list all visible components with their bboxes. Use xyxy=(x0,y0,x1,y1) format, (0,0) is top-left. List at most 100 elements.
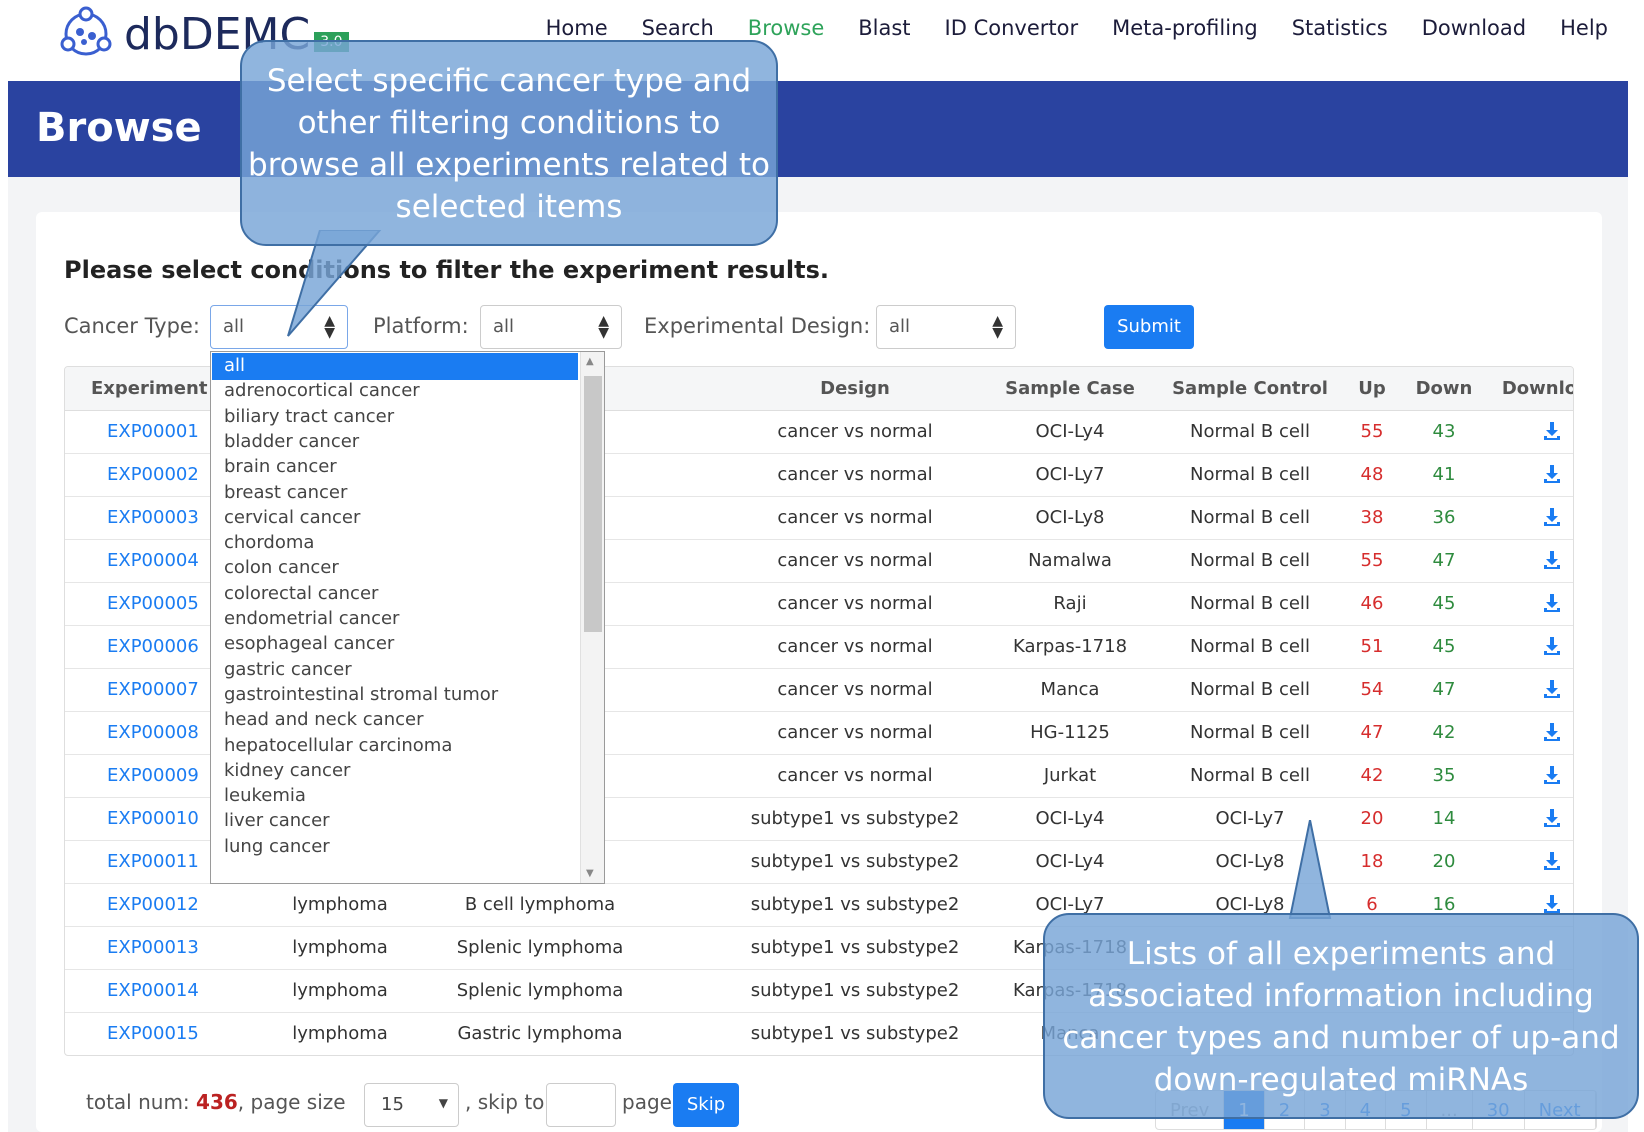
skip-to-label: , skip to xyxy=(465,1090,545,1114)
nav-search[interactable]: Search xyxy=(642,16,714,40)
experiment-id-link[interactable]: EXP00015 xyxy=(107,1023,199,1044)
dropdown-option[interactable]: esophageal cancer xyxy=(212,631,578,658)
cancer-type-value: all xyxy=(223,316,245,337)
scrollbar-thumb[interactable] xyxy=(584,376,602,632)
cancer-type-dropdown-list[interactable]: all adrenocortical cancer biliary tract ca… xyxy=(210,351,605,884)
sample-control-cell: Normal B cell xyxy=(1190,421,1310,442)
scroll-down-icon[interactable]: ▼ xyxy=(586,868,594,879)
design-cell: subtype1 vs substype2 xyxy=(750,851,960,872)
design-cell: cancer vs normal xyxy=(777,636,933,657)
dropdown-scrollbar[interactable]: ▲ ▼ xyxy=(580,352,604,883)
dropdown-option[interactable]: chordoma xyxy=(212,530,578,557)
experiment-id-link[interactable]: EXP00010 xyxy=(107,808,199,829)
callout-tail-bottom xyxy=(1288,820,1332,919)
nav-blast[interactable]: Blast xyxy=(858,16,910,40)
download-icon[interactable] xyxy=(1542,507,1562,527)
experiment-id-link[interactable]: EXP00011 xyxy=(107,851,199,872)
chevron-down-icon: ▼ xyxy=(438,1096,448,1110)
sample-case-cell: OCI-Ly7 xyxy=(1035,894,1105,915)
dropdown-option[interactable]: breast cancer xyxy=(212,480,578,507)
download-icon[interactable] xyxy=(1542,722,1562,742)
nav-download[interactable]: Download xyxy=(1422,16,1526,40)
page-size-select[interactable]: 15 ▼ xyxy=(364,1083,459,1127)
download-icon[interactable] xyxy=(1542,808,1562,828)
dropdown-option[interactable]: liver cancer xyxy=(212,808,578,835)
dropdown-option[interactable]: biliary tract cancer xyxy=(212,404,578,431)
experiment-id-link[interactable]: EXP00007 xyxy=(107,679,199,700)
nav-home[interactable]: Home xyxy=(546,16,608,40)
skip-page-input[interactable] xyxy=(546,1083,616,1127)
experiment-id-link[interactable]: EXP00008 xyxy=(107,722,199,743)
experiment-id-link[interactable]: EXP00001 xyxy=(107,421,199,442)
experiment-id-link[interactable]: EXP00003 xyxy=(107,507,199,528)
download-icon[interactable] xyxy=(1542,421,1562,441)
skip-button[interactable]: Skip xyxy=(673,1083,739,1127)
download-icon[interactable] xyxy=(1542,894,1562,914)
experiment-id-link[interactable]: EXP00013 xyxy=(107,937,199,958)
download-icon[interactable] xyxy=(1542,851,1562,871)
down-count-cell: 16 xyxy=(1432,894,1456,915)
submit-button[interactable]: Submit xyxy=(1104,305,1194,349)
dropdown-option[interactable]: adrenocortical cancer xyxy=(212,378,578,405)
nav-statistics[interactable]: Statistics xyxy=(1292,16,1388,40)
experiment-id-link[interactable]: EXP00009 xyxy=(107,765,199,786)
download-icon[interactable] xyxy=(1542,679,1562,699)
sample-case-cell: OCI-Ly8 xyxy=(1035,507,1105,528)
design-cell: cancer vs normal xyxy=(777,722,933,743)
cancer-type-cell: lymphoma xyxy=(292,894,388,915)
nav-help[interactable]: Help xyxy=(1560,16,1608,40)
th-sample-control: Sample Control xyxy=(1172,378,1328,399)
sample-control-cell: Normal B cell xyxy=(1190,593,1310,614)
download-icon[interactable] xyxy=(1542,550,1562,570)
dropdown-option[interactable]: gastrointestinal stromal tumor xyxy=(212,682,578,709)
down-count-cell: 20 xyxy=(1432,851,1456,872)
down-count-cell: 43 xyxy=(1432,421,1456,442)
sample-case-cell: Karpas-1718 xyxy=(1012,636,1128,657)
callout-table-annotation: Lists of all experiments and associated … xyxy=(1043,913,1639,1119)
design-cell: subtype1 vs substype2 xyxy=(750,894,960,915)
down-count-cell: 41 xyxy=(1432,464,1456,485)
dropdown-option[interactable]: endometrial cancer xyxy=(212,606,578,633)
experiment-id-link[interactable]: EXP00012 xyxy=(107,894,199,915)
download-icon[interactable] xyxy=(1542,464,1562,484)
download-icon[interactable] xyxy=(1542,593,1562,613)
cancer-subtype-cell: B cell lymphoma xyxy=(464,894,616,915)
dropdown-option[interactable]: head and neck cancer xyxy=(212,707,578,734)
experiment-id-link[interactable]: EXP00005 xyxy=(107,593,199,614)
design-select[interactable]: all ▲ ▼ xyxy=(876,305,1016,349)
nav-id-convertor[interactable]: ID Convertor xyxy=(945,16,1079,40)
download-icon[interactable] xyxy=(1542,765,1562,785)
scroll-up-icon[interactable]: ▲ xyxy=(586,356,594,367)
sample-case-cell: Manca xyxy=(1040,679,1100,700)
sample-case-cell: Jurkat xyxy=(1043,765,1097,786)
sample-control-cell: Normal B cell xyxy=(1190,636,1310,657)
dropdown-option[interactable]: colorectal cancer xyxy=(212,581,578,608)
platform-select[interactable]: all ▲ ▼ xyxy=(480,305,622,349)
experiment-id-link[interactable]: EXP00006 xyxy=(107,636,199,657)
download-icon[interactable] xyxy=(1542,636,1562,656)
up-count-cell: 48 xyxy=(1360,464,1384,485)
table-footer: total num: 436, page size xyxy=(86,1090,346,1114)
design-cell: subtype1 vs substype2 xyxy=(750,937,960,958)
dropdown-option[interactable]: all xyxy=(212,353,578,380)
sample-control-cell: Normal B cell xyxy=(1190,765,1310,786)
experiment-id-link[interactable]: EXP00014 xyxy=(107,980,199,1001)
dropdown-option[interactable]: cervical cancer xyxy=(212,505,578,532)
dropdown-option[interactable]: leukemia xyxy=(212,783,578,810)
select-arrows-icon: ▲ ▼ xyxy=(598,313,609,341)
nav-meta-profiling[interactable]: Meta-profiling xyxy=(1112,16,1258,40)
sample-control-cell: Normal B cell xyxy=(1190,550,1310,571)
dropdown-option[interactable]: bladder cancer xyxy=(212,429,578,456)
experiment-id-link[interactable]: EXP00002 xyxy=(107,464,199,485)
page-size-label: , page size xyxy=(237,1090,346,1114)
cancer-type-cell: lymphoma xyxy=(292,937,388,958)
dropdown-option[interactable]: hepatocellular carcinoma xyxy=(212,733,578,760)
nav-browse[interactable]: Browse xyxy=(748,16,824,40)
experiment-id-link[interactable]: EXP00004 xyxy=(107,550,199,571)
dropdown-option[interactable]: lung cancer xyxy=(212,834,578,861)
dropdown-option[interactable]: colon cancer xyxy=(212,555,578,582)
dropdown-option[interactable]: brain cancer xyxy=(212,454,578,481)
dropdown-option[interactable]: kidney cancer xyxy=(212,758,578,785)
dropdown-option[interactable]: gastric cancer xyxy=(212,657,578,684)
up-count-cell: 38 xyxy=(1360,507,1384,528)
